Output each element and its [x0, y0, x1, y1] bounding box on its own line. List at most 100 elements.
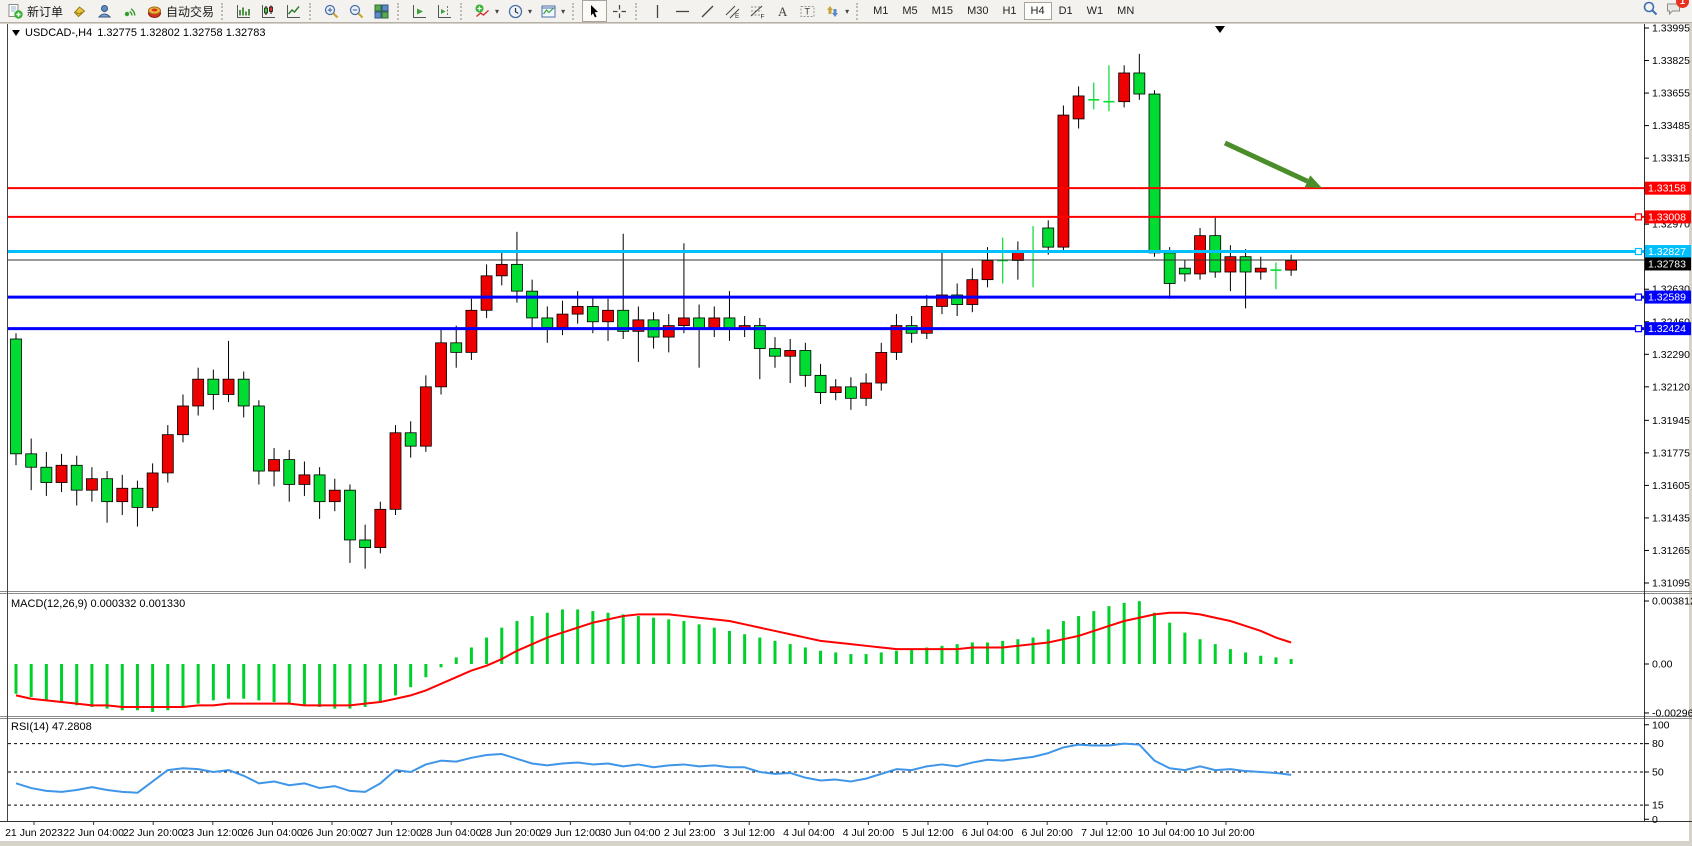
chevron-down-icon[interactable]: ▾ — [528, 7, 532, 16]
templates-button[interactable]: ▾ — [536, 0, 569, 22]
svg-text:1.31945: 1.31945 — [1652, 415, 1690, 427]
timeframe-w1-button[interactable]: W1 — [1080, 2, 1111, 20]
svg-text:1.31265: 1.31265 — [1652, 545, 1690, 557]
svg-text:22 Jun 04:00: 22 Jun 04:00 — [63, 827, 124, 839]
chart-canvas[interactable]: 1.339951.338251.336551.334851.333151.331… — [0, 0, 1692, 846]
toolbar-separator — [635, 3, 641, 20]
tile-windows-icon — [373, 3, 390, 20]
macd-indicator-label: MACD(12,26,9) 0.000332 0.001330 — [11, 598, 185, 610]
autotrade-button[interactable]: 自动交易 — [142, 0, 218, 22]
timeframe-m30-button[interactable]: M30 — [960, 2, 995, 20]
svg-text:A: A — [778, 4, 788, 19]
svg-text:1.33158: 1.33158 — [1648, 183, 1686, 195]
trendline-icon — [699, 3, 716, 20]
styles-button[interactable] — [67, 0, 92, 22]
chart-shift-button[interactable] — [432, 0, 457, 22]
chevron-down-icon[interactable]: ▾ — [561, 7, 565, 16]
timeframe-m1-button[interactable]: M1 — [866, 2, 895, 20]
svg-text:1.32120: 1.32120 — [1652, 381, 1690, 393]
candle-chart-icon — [260, 3, 277, 20]
symbol-dropdown-icon[interactable] — [12, 30, 20, 36]
new-order-icon — [7, 3, 24, 20]
text-button[interactable]: A — [770, 0, 795, 22]
toolbar-separator — [221, 3, 227, 20]
svg-text:0.003812: 0.003812 — [1652, 595, 1692, 607]
chevron-down-icon[interactable]: ▾ — [845, 7, 849, 16]
text-label-button[interactable]: T — [795, 0, 820, 22]
zoom-in-button[interactable] — [319, 0, 344, 22]
horizontal-line-button[interactable] — [670, 0, 695, 22]
line-chart-button[interactable] — [281, 0, 306, 22]
fibonacci-button[interactable]: F — [745, 0, 770, 22]
indicators-button[interactable]: ▾ — [470, 0, 503, 22]
chat-button[interactable]: 1 — [1665, 0, 1682, 22]
svg-text:15: 15 — [1652, 800, 1664, 812]
new-order-button[interactable]: 新订单 — [3, 0, 67, 22]
svg-text:1.32589: 1.32589 — [1648, 292, 1686, 304]
profile-icon — [96, 3, 113, 20]
svg-text:28 Jun 20:00: 28 Jun 20:00 — [480, 827, 541, 839]
svg-text:5 Jul 12:00: 5 Jul 12:00 — [902, 827, 954, 839]
chevron-down-icon[interactable]: ▾ — [495, 7, 499, 16]
toolbar: 新订单 自动交易 ▾ ▾ ▾ E F AT ▾ M1M5M15M30H1H4D1W1MN 1 — [0, 0, 1692, 23]
timeframe-mn-button[interactable]: MN — [1110, 2, 1141, 20]
chart-title-symbol: USDCAD-,H4 — [25, 27, 92, 39]
signal-icon — [121, 3, 138, 20]
autoscroll-button[interactable] — [407, 0, 432, 22]
toolbar-separator — [572, 3, 578, 20]
profile-button[interactable] — [92, 0, 117, 22]
svg-text:1.31605: 1.31605 — [1652, 480, 1690, 492]
search-icon[interactable] — [1642, 0, 1659, 22]
svg-text:100: 100 — [1652, 719, 1670, 731]
trendline-button[interactable] — [695, 0, 720, 22]
chart-title: USDCAD-,H4 1.32775 1.32802 1.32758 1.327… — [12, 27, 265, 39]
text-icon: A — [774, 3, 791, 20]
candle-chart-button[interactable] — [256, 0, 281, 22]
svg-text:7 Jul 12:00: 7 Jul 12:00 — [1081, 827, 1133, 839]
timeframe-h1-button[interactable]: H1 — [995, 2, 1023, 20]
styles-icon — [71, 3, 88, 20]
zoom-out-icon — [348, 3, 365, 20]
svg-text:F: F — [761, 13, 765, 20]
svg-text:2 Jul 23:00: 2 Jul 23:00 — [664, 827, 716, 839]
periods-button[interactable]: ▾ — [503, 0, 536, 22]
timeframe-d1-button[interactable]: D1 — [1052, 2, 1080, 20]
svg-text:26 Jun 04:00: 26 Jun 04:00 — [242, 827, 303, 839]
svg-text:1.31095: 1.31095 — [1652, 578, 1690, 590]
signals-button[interactable] — [117, 0, 142, 22]
tile-windows-button[interactable] — [369, 0, 394, 22]
zoom-in-icon — [323, 3, 340, 20]
svg-text:6 Jul 04:00: 6 Jul 04:00 — [962, 827, 1014, 839]
timeframe-m15-button[interactable]: M15 — [925, 2, 960, 20]
timeframe-m5-button[interactable]: M5 — [895, 2, 924, 20]
equidistant-channel-button[interactable]: E — [720, 0, 745, 22]
svg-text:80: 80 — [1652, 738, 1664, 750]
autotrade-icon — [146, 3, 163, 20]
rsi-indicator-label: RSI(14) 47.2808 — [11, 721, 92, 733]
toolbar-separator — [309, 3, 315, 20]
timeframe-h4-button[interactable]: H4 — [1024, 2, 1052, 20]
mt4-window: 新订单 自动交易 ▾ ▾ ▾ E F AT ▾ M1M5M15M30H1H4D1W1MN 1 1.3… — [0, 0, 1692, 846]
vertical-line-button[interactable] — [645, 0, 670, 22]
autotrade-button-label: 自动交易 — [166, 3, 214, 20]
crosshair-button[interactable] — [607, 0, 632, 22]
svg-text:1.32827: 1.32827 — [1648, 246, 1686, 258]
indicators-icon — [474, 3, 491, 20]
svg-text:1.33008: 1.33008 — [1648, 211, 1686, 223]
svg-text:50: 50 — [1652, 767, 1664, 779]
svg-text:22 Jun 20:00: 22 Jun 20:00 — [123, 827, 184, 839]
arrows-button[interactable]: ▾ — [820, 0, 853, 22]
svg-text:23 Jun 12:00: 23 Jun 12:00 — [182, 827, 243, 839]
cursor-button[interactable] — [582, 0, 607, 22]
zoom-out-button[interactable] — [344, 0, 369, 22]
svg-text:0: 0 — [1652, 814, 1658, 826]
bar-chart-button[interactable] — [231, 0, 256, 22]
svg-text:3 Jul 12:00: 3 Jul 12:00 — [724, 827, 776, 839]
svg-text:27 Jun 12:00: 27 Jun 12:00 — [361, 827, 422, 839]
new-order-button-label: 新订单 — [27, 3, 63, 20]
horizontal-line-icon — [674, 3, 691, 20]
svg-text:29 Jun 12:00: 29 Jun 12:00 — [540, 827, 601, 839]
svg-text:10 Jul 20:00: 10 Jul 20:00 — [1197, 827, 1254, 839]
svg-text:E: E — [735, 13, 740, 20]
vertical-line-icon — [649, 3, 666, 20]
